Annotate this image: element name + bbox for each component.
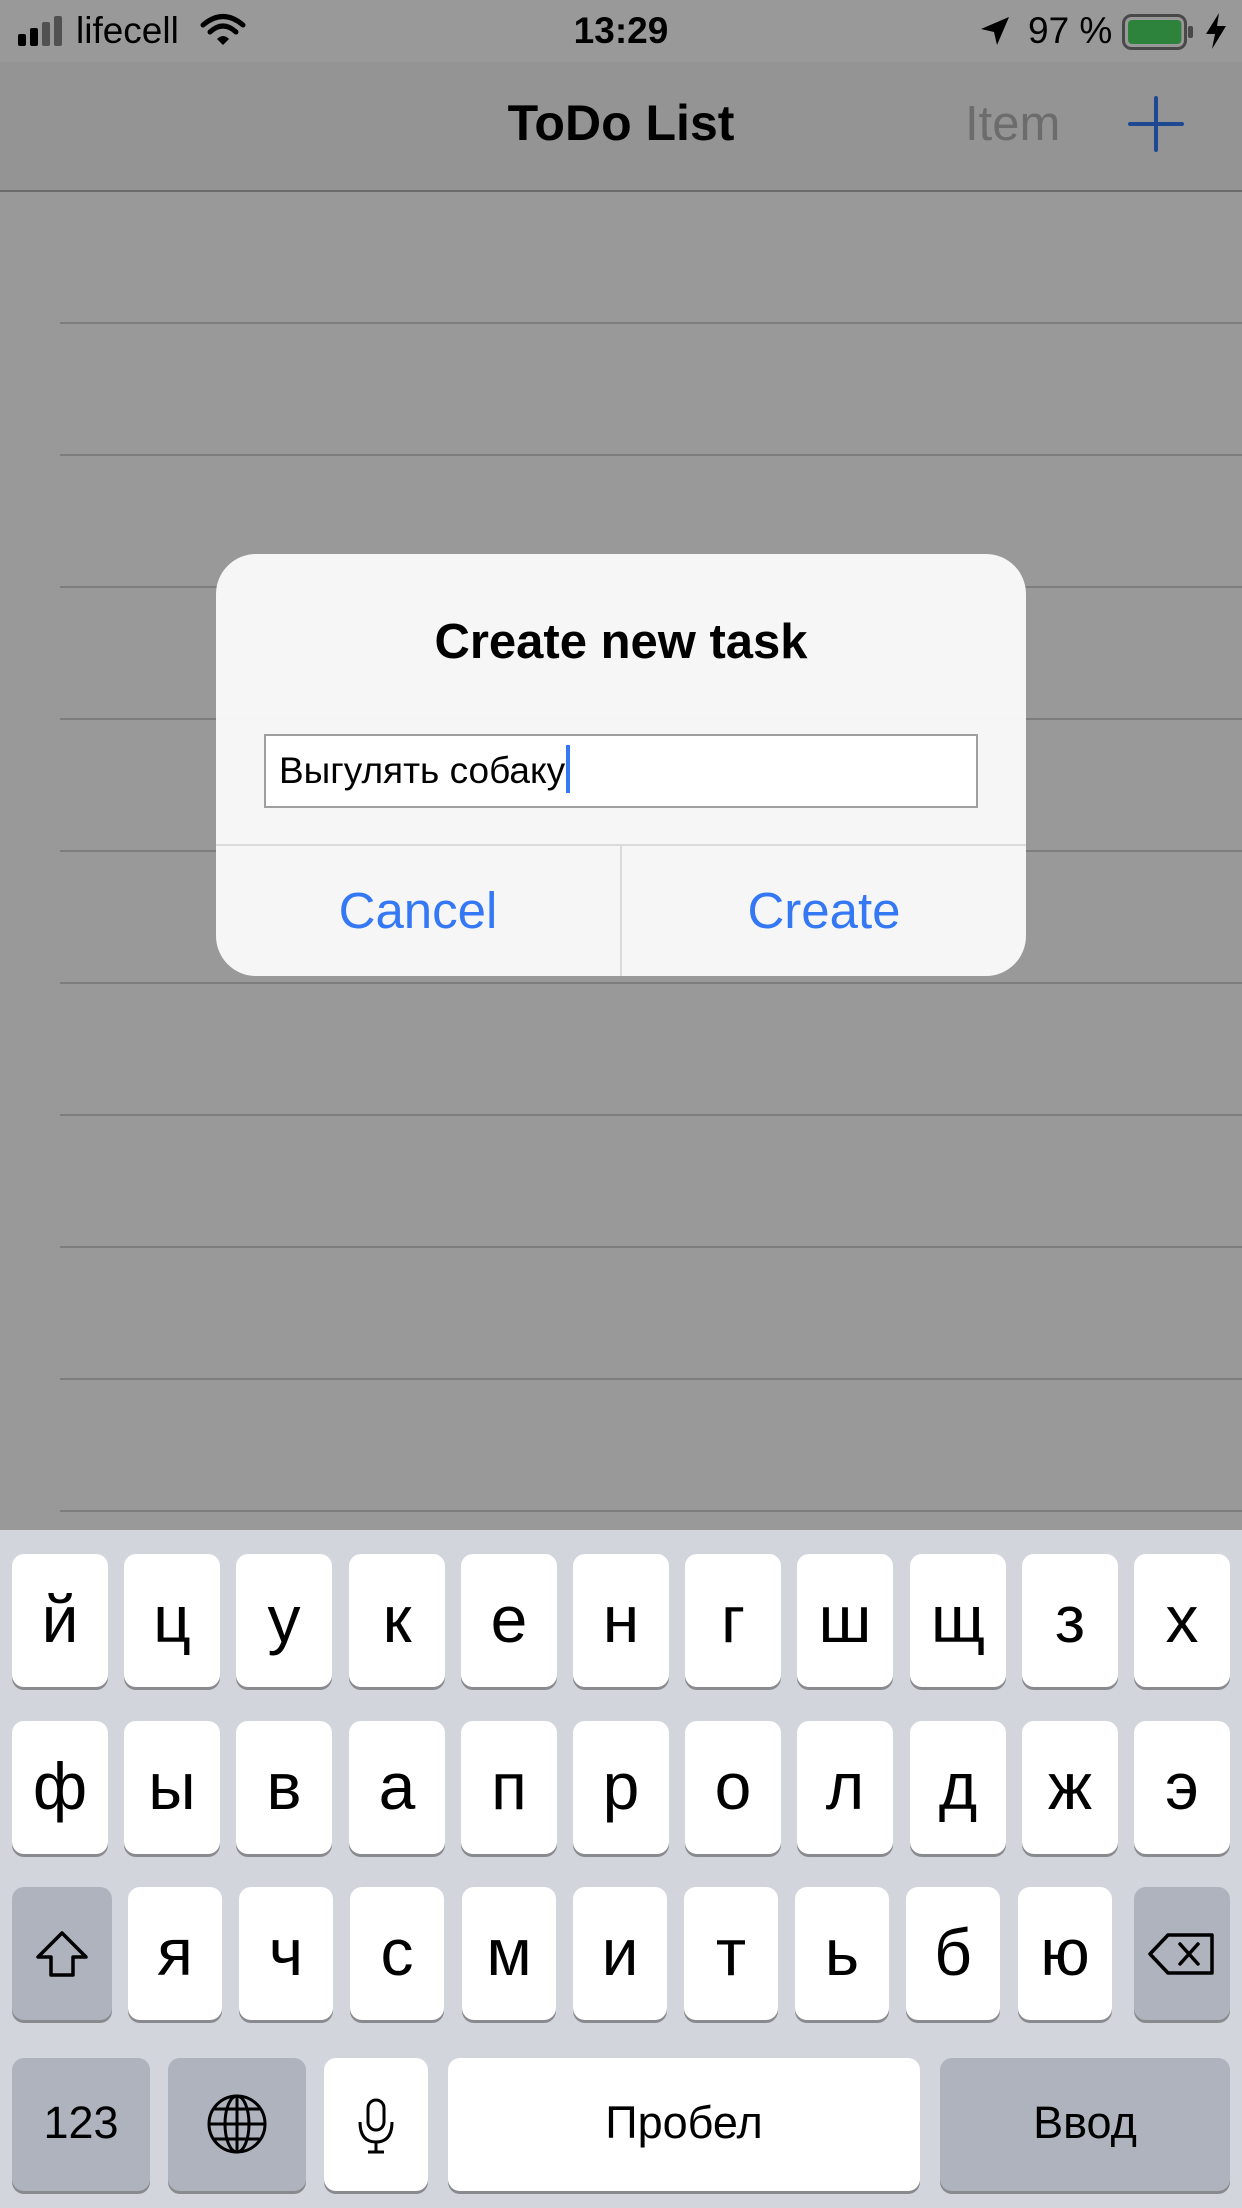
letter-key[interactable]: у [236,1554,332,1687]
letter-key[interactable]: ч [239,1887,333,2020]
letter-key[interactable]: о [685,1721,781,1854]
letter-key[interactable]: щ [910,1554,1006,1687]
task-name-input[interactable]: Выгулять собаку [264,734,978,808]
create-button[interactable]: Create [622,846,1026,976]
letter-key[interactable]: з [1022,1554,1118,1687]
letter-key[interactable]: п [461,1721,557,1854]
backspace-icon [1134,1887,1230,2020]
letter-key[interactable]: ф [12,1721,108,1854]
create-task-dialog: Create new task Выгулять собаку Cancel C… [216,554,1026,976]
task-name-value: Выгулять собаку [279,750,566,791]
letter-key[interactable]: а [349,1721,445,1854]
shift-icon [12,1887,112,2020]
microphone-key[interactable] [324,2058,428,2191]
letter-key[interactable]: д [910,1721,1006,1854]
letter-key[interactable]: в [236,1721,332,1854]
letter-key[interactable]: р [573,1721,669,1854]
letter-key[interactable]: т [684,1887,778,2020]
letter-key[interactable]: э [1134,1721,1230,1854]
return-key[interactable]: Ввод [940,2058,1230,2191]
globe-key[interactable] [168,2058,306,2191]
backspace-key[interactable] [1134,1887,1230,2020]
dialog-title: Create new task [434,615,808,669]
globe-icon [168,2058,306,2191]
letter-key[interactable]: х [1134,1554,1230,1687]
text-cursor [566,745,571,793]
letter-key[interactable]: л [797,1721,893,1854]
letter-key[interactable]: м [462,1887,556,2020]
microphone-icon [324,2058,428,2191]
letter-key[interactable]: ь [795,1887,889,2020]
letter-key[interactable]: н [573,1554,669,1687]
letter-key[interactable]: ю [1018,1887,1112,2020]
letter-key[interactable]: я [128,1887,222,2020]
letter-key[interactable]: ж [1022,1721,1118,1854]
letter-key[interactable]: б [906,1887,1000,2020]
letter-key[interactable]: й [12,1554,108,1687]
space-key[interactable]: Пробел [448,2058,920,2191]
shift-key[interactable] [12,1887,112,2020]
letter-key[interactable]: ш [797,1554,893,1687]
keyboard: йцукенгшщзх фывапролджэ ячсмитьбю 123 Пр… [0,1530,1242,2208]
letter-key[interactable]: г [685,1554,781,1687]
letter-key[interactable]: к [349,1554,445,1687]
numbers-key[interactable]: 123 [12,2058,150,2191]
letter-key[interactable]: е [461,1554,557,1687]
letter-key[interactable]: ц [124,1554,220,1687]
letter-key[interactable]: ы [124,1721,220,1854]
letter-key[interactable]: и [573,1887,667,2020]
cancel-button[interactable]: Cancel [216,846,620,976]
letter-key[interactable]: с [350,1887,444,2020]
